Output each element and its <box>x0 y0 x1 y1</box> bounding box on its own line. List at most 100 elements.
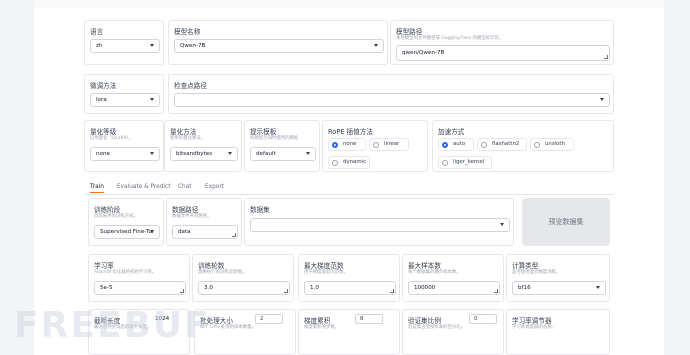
watermark-logo: FREEBUF <box>14 305 211 346</box>
quant-bit-cell: 量化等级 启用量化（QLoRA）。 none <box>84 120 164 172</box>
rope-option-dynamic[interactable]: dynamic <box>328 156 370 169</box>
chevron-down-icon <box>228 152 232 155</box>
preview-dataset-button[interactable]: 预览数据集 <box>522 198 610 246</box>
batch-size-input[interactable]: 2 <box>255 314 283 324</box>
max-samples-hint: 每个数据集的最大样本数。 <box>408 270 461 275</box>
dataset-label: 数据集 <box>250 206 270 214</box>
max-grad-norm-value: 1.0 <box>310 285 319 291</box>
left-margin <box>0 0 34 355</box>
chevron-down-icon <box>596 286 600 289</box>
val-size-hint: 验证集占全部样本的百分比。 <box>408 325 466 330</box>
radio-unchecked-icon <box>373 141 379 148</box>
val-size-input[interactable]: 0 <box>469 314 497 324</box>
app-window: 语言 zh 模型名称 Qwen-7B 模型路径 本地模型的文件路径或 Huggi… <box>0 0 690 355</box>
model-name-select[interactable]: Qwen-7B <box>174 39 384 53</box>
stage-cell: 训练阶段 目前采用的训练方式。 Supervised Fine-Tur <box>88 198 164 246</box>
epochs-hint: 需要执行的训练总轮数。 <box>198 270 247 275</box>
stage-hint: 目前采用的训练方式。 <box>94 214 138 219</box>
rope-cell: RoPE 插值方法 none linear dynamic <box>322 120 428 172</box>
epochs-cell: 训练轮数 需要执行的训练总轮数。 3.0 <box>192 254 294 302</box>
tab-export[interactable]: Export <box>205 184 224 190</box>
lang-label: 语言 <box>90 28 104 36</box>
resize-handle-icon[interactable] <box>494 289 498 293</box>
rope-option-linear[interactable]: linear <box>369 138 409 151</box>
quant-bit-value: none <box>96 151 110 157</box>
scheduler-cell: 学习率调节器 学习率调度器的名称。 <box>506 309 610 355</box>
finetune-select[interactable]: lora <box>90 93 160 107</box>
booster-option-label: unsloth <box>545 141 565 147</box>
chevron-down-icon <box>150 44 154 47</box>
stage-select[interactable]: Supervised Fine-Tur <box>94 225 160 239</box>
resize-handle-icon[interactable] <box>390 289 394 293</box>
checkpoint-cell: 检查点路径 <box>168 74 614 114</box>
resize-handle-icon[interactable] <box>180 289 184 293</box>
quant-method-cell: 量化方法 使用的量化算法。 bitsandbytes <box>164 120 242 172</box>
dataset-select[interactable] <box>250 218 510 232</box>
radio-unchecked-icon <box>481 141 487 148</box>
epochs-input[interactable]: 3.0 <box>198 281 290 295</box>
chevron-down-icon <box>150 230 154 233</box>
quant-bit-select[interactable]: none <box>90 147 160 161</box>
max-grad-norm-cell: 最大梯度范数 用于梯度裁剪的范数。 1.0 <box>298 254 400 302</box>
tab-chat[interactable]: Chat <box>178 184 192 190</box>
right-margin <box>664 0 690 355</box>
radio-unchecked-icon <box>534 141 540 148</box>
compute-type-select[interactable]: bf16 <box>512 281 606 295</box>
lang-value: zh <box>96 43 103 49</box>
lang-select[interactable]: zh <box>90 39 160 53</box>
learning-rate-value: 5e-5 <box>100 285 113 291</box>
resize-handle-icon[interactable] <box>284 289 288 293</box>
finetune-label: 微调方法 <box>90 82 117 90</box>
resize-handle-icon[interactable] <box>232 233 236 237</box>
tab-train[interactable]: Train <box>90 184 104 193</box>
checkpoint-select[interactable] <box>174 93 610 107</box>
booster-option-liger-kernel[interactable]: liger_kernel <box>438 156 492 169</box>
tab-divider <box>84 194 614 195</box>
grad-accum-input[interactable]: 8 <box>355 314 383 324</box>
learning-rate-input[interactable]: 5e-5 <box>94 281 186 295</box>
chevron-down-icon <box>150 98 154 101</box>
tab-evaluate-predict[interactable]: Evaluate & Predict <box>117 184 171 190</box>
radio-unchecked-icon <box>332 159 338 166</box>
compute-type-hint: 是否使用混合精度训练。 <box>512 270 561 275</box>
resize-handle-icon[interactable] <box>604 55 608 59</box>
chevron-down-icon <box>500 223 504 226</box>
model-path-cell: 模型路径 本地模型的文件路径或 Hugging Face 的模型标识符。 qwe… <box>390 20 614 65</box>
rope-option-label: dynamic <box>343 159 367 165</box>
lang-cell: 语言 zh <box>84 20 164 65</box>
template-hint: 构建提示词时使用的模板 <box>250 136 299 141</box>
template-cell: 提示模板 构建提示词时使用的模板 default <box>244 120 320 172</box>
booster-option-auto[interactable]: auto <box>438 138 474 151</box>
max-grad-norm-hint: 用于梯度裁剪的范数。 <box>304 270 348 275</box>
rope-option-label: none <box>343 141 357 147</box>
stage-value: Supervised Fine-Tur <box>100 229 155 235</box>
quant-bit-hint: 启用量化（QLoRA）。 <box>90 136 133 141</box>
booster-option-unsloth[interactable]: unsloth <box>530 138 574 151</box>
learning-rate-cell: 学习率 AdamW 优化器的初始学习率。 5e-5 <box>88 254 190 302</box>
dataset-dir-hint: 数据文件夹的路径。 <box>172 214 212 219</box>
template-select[interactable]: default <box>250 147 316 161</box>
model-name-value: Qwen-7B <box>180 43 206 49</box>
model-name-cell: 模型名称 Qwen-7B <box>168 20 388 65</box>
booster-option-label: liger_kernel <box>453 159 485 165</box>
compute-type-value: bf16 <box>518 285 531 291</box>
radio-unchecked-icon <box>442 159 448 166</box>
chevron-down-icon <box>600 98 604 101</box>
booster-option-label: flashattn2 <box>492 141 520 147</box>
model-path-input[interactable]: qwen/Qwen-7B <box>396 45 610 61</box>
max-samples-input[interactable]: 100000 <box>408 281 500 295</box>
booster-option-flashattn2[interactable]: flashattn2 <box>477 138 527 151</box>
template-value: default <box>256 151 276 157</box>
dataset-dir-input[interactable]: data <box>172 225 238 239</box>
radio-checked-icon <box>332 141 338 148</box>
rope-option-none[interactable]: none <box>328 138 366 151</box>
checkpoint-label: 检查点路径 <box>174 82 207 90</box>
dataset-dir-value: data <box>178 229 191 235</box>
max-grad-norm-input[interactable]: 1.0 <box>304 281 396 295</box>
radio-checked-icon <box>442 141 448 148</box>
model-path-value: qwen/Qwen-7B <box>402 50 445 56</box>
rope-option-label: linear <box>384 141 400 147</box>
dataset-dir-cell: 数据路径 数据文件夹的路径。 data <box>166 198 242 246</box>
quant-method-select[interactable]: bitsandbytes <box>170 147 238 161</box>
learning-rate-hint: AdamW 优化器的初始学习率。 <box>94 270 157 275</box>
